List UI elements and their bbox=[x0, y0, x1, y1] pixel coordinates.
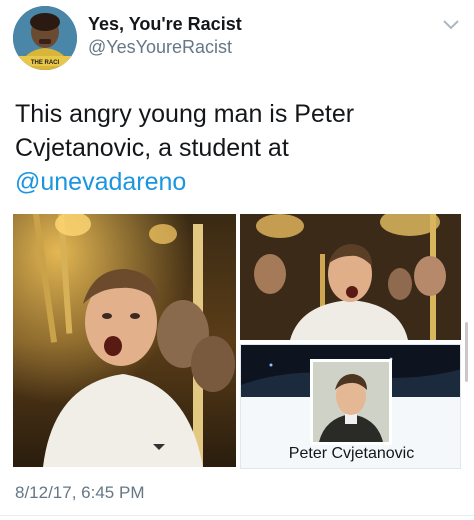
user-handle[interactable]: @YesYoureRacist bbox=[88, 37, 232, 58]
photo-torch-rally-shouting[interactable] bbox=[13, 214, 236, 467]
profile-card-name: Peter Cvjetanovic bbox=[288, 445, 415, 462]
profile-picture bbox=[310, 359, 392, 445]
mention-link[interactable]: @unevadareno bbox=[15, 168, 186, 196]
photo-torch-rally-crowd[interactable] bbox=[240, 214, 461, 340]
chevron-down-icon[interactable] bbox=[440, 16, 462, 34]
divider bbox=[0, 515, 474, 516]
scrollbar[interactable] bbox=[465, 322, 468, 382]
tweet-timestamp[interactable]: 8/12/17, 6:45 PM bbox=[15, 483, 144, 503]
photo-profile-card[interactable]: Peter Cvjetanovic bbox=[240, 344, 461, 469]
display-name[interactable]: Yes, You're Racist bbox=[88, 14, 242, 35]
tweet: THE RACI Yes, You're Racist @YesYoureRac… bbox=[0, 0, 474, 520]
tweet-text-body: This angry young man is Peter Cvjetanovi… bbox=[15, 100, 355, 162]
profile-avatar-icon[interactable]: THE RACI bbox=[13, 6, 77, 70]
avatar-text: THE RACI bbox=[31, 60, 60, 66]
tweet-text: This angry young man is Peter Cvjetanovi… bbox=[15, 97, 455, 199]
media-grid: Peter Cvjetanovic bbox=[13, 210, 461, 471]
